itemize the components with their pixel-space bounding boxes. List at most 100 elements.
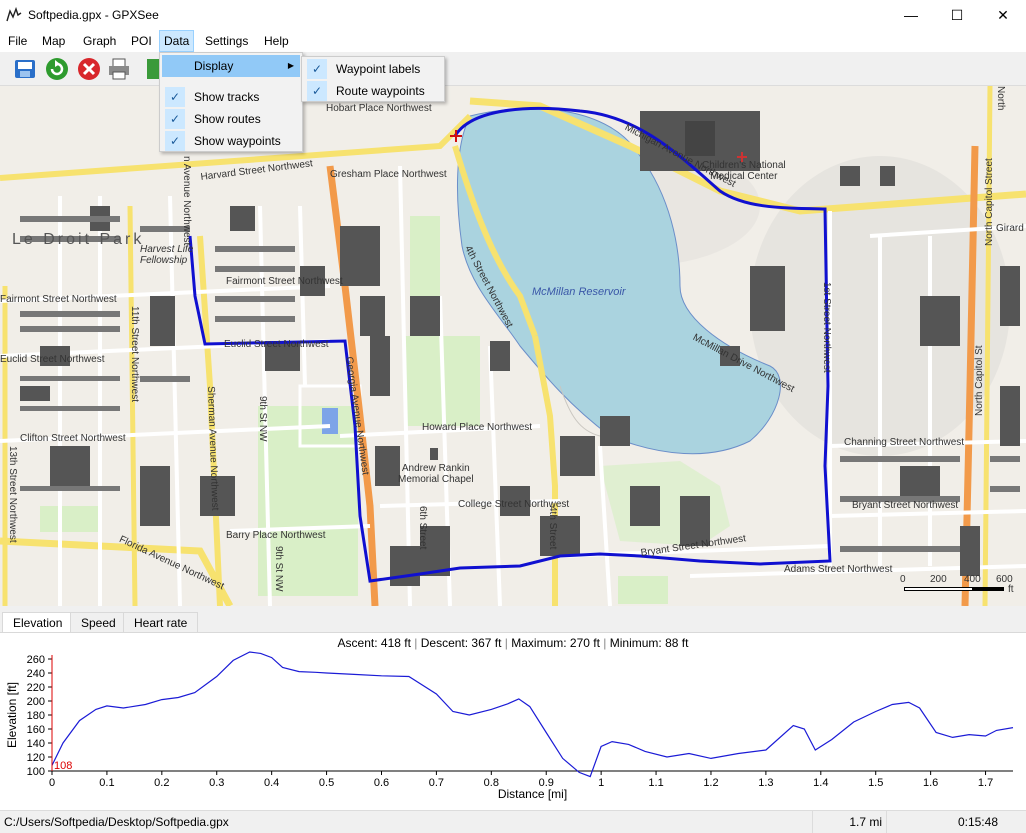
route-waypoints-label: Route waypoints — [336, 84, 425, 98]
y-tick-label: 160 — [27, 724, 45, 736]
x-tick-label: 1.2 — [703, 777, 718, 789]
x-tick-label: 0.3 — [209, 777, 224, 789]
fellowship-label: Harvest Life Fellowship — [140, 244, 194, 266]
chapel-label: Andrew Rankin Memorial Chapel — [398, 463, 474, 485]
waypoint-labels-label: Waypoint labels — [336, 62, 421, 76]
x-tick-label: 0.7 — [429, 777, 444, 789]
check-icon: ✓ — [307, 81, 327, 101]
clifton-label: Clifton Street Northwest — [20, 433, 126, 444]
menu-map[interactable]: Map — [38, 30, 69, 52]
x-tick-label: 1.7 — [978, 777, 993, 789]
map-view[interactable]: McMillan Reservoir Children's National M… — [0, 86, 1026, 606]
x-tick-label: 0.1 — [99, 777, 114, 789]
y-tick-label: 240 — [27, 668, 45, 680]
tab-heart-rate[interactable]: Heart rate — [123, 612, 199, 632]
x-tick-label: 1.6 — [923, 777, 938, 789]
menu-file[interactable]: File — [4, 30, 31, 52]
check-icon: ✓ — [165, 87, 185, 107]
gresham-label: Gresham Place Northwest — [330, 169, 447, 180]
girard-label: Girard — [996, 223, 1024, 234]
x-tick-label: 0.2 — [154, 777, 169, 789]
fairmont-label-1: Fairmont Street Northwest — [226, 276, 343, 287]
x-tick-label: 0.8 — [484, 777, 499, 789]
sixth-street-label: 6th Street — [417, 506, 428, 550]
file-path: C:/Users/Softpedia/Desktop/Softpedia.gpx — [4, 815, 229, 829]
x-tick-label: 0.5 — [319, 777, 334, 789]
y-tick-label: 120 — [27, 752, 45, 764]
window-title: Softpedia.gpx - GPXSee — [28, 8, 159, 22]
minimize-button[interactable]: — — [888, 0, 934, 30]
open-icon[interactable] — [12, 56, 38, 82]
howard-label: Howard Place Northwest — [422, 422, 533, 433]
y-tick-label: 200 — [27, 696, 45, 708]
hobart-label: Hobart Place Northwest — [326, 103, 432, 114]
y-tick-label: 220 — [27, 682, 45, 694]
waypoint-labels-item[interactable]: ✓ Waypoint labels — [304, 58, 442, 80]
eleventh-street-label: 11th Street Northwest — [129, 306, 140, 402]
show-waypoints-item[interactable]: ✓ Show waypoints — [162, 130, 300, 152]
barry-label: Barry Place Northwest — [226, 530, 326, 541]
show-routes-item[interactable]: ✓ Show routes — [162, 108, 300, 130]
tab-speed[interactable]: Speed — [70, 612, 127, 632]
status-bar: C:/Users/Softpedia/Desktop/Softpedia.gpx… — [0, 810, 1026, 833]
channing-label: Channing Street Northwest — [844, 437, 965, 448]
euclid-label-2: Euclid Street Northwest — [0, 354, 105, 365]
reservoir-label: McMillan Reservoir — [532, 286, 626, 298]
neighborhood-label: Le Droit Park — [12, 231, 145, 248]
show-waypoints-label: Show waypoints — [194, 134, 281, 148]
menu-settings[interactable]: Settings — [201, 30, 252, 52]
marker-value: 108 — [54, 760, 72, 772]
menu-help[interactable]: Help — [260, 30, 293, 52]
menu-data[interactable]: Data — [159, 30, 195, 52]
x-tick-label: 1.5 — [868, 777, 883, 789]
x-tick-label: 0.6 — [374, 777, 389, 789]
thirteenth-street-label: 13th Street Northwest — [7, 446, 18, 543]
y-tick-label: 100 — [27, 766, 45, 778]
route-waypoints-item[interactable]: ✓ Route waypoints — [304, 80, 442, 102]
ninth-street-label-2: 9th St NW — [273, 546, 284, 592]
menu-poi[interactable]: POI — [127, 30, 156, 52]
scale-bar-segment — [972, 587, 1004, 591]
map-canvas — [0, 86, 1026, 606]
show-tracks-item[interactable]: ✓ Show tracks — [162, 86, 300, 108]
check-icon: ✓ — [165, 109, 185, 129]
check-icon: ✓ — [165, 131, 185, 151]
elevation-graph[interactable]: Ascent: 418 ft | Descent: 367 ft | Maxim… — [0, 632, 1026, 810]
y-axis-label: Elevation [ft] — [5, 682, 19, 748]
north-capitol-label-2: North Capitol St — [974, 345, 985, 416]
scale-unit: ft — [1008, 584, 1014, 595]
x-tick-label: 1.1 — [648, 777, 663, 789]
north-capitol-label: North Capitol Street — [984, 158, 995, 246]
submenu-arrow-icon: ▶ — [287, 61, 294, 70]
display-submenu: ✓ Waypoint labels ✓ Route waypoints — [301, 56, 445, 102]
show-routes-label: Show routes — [194, 112, 261, 126]
x-axis-label: Distance [mi] — [498, 787, 567, 801]
title-bar: Softpedia.gpx - GPXSee — ☐ ✕ — [0, 0, 1026, 30]
x-tick-label: 0.4 — [264, 777, 279, 789]
close-file-icon[interactable] — [76, 56, 102, 82]
adams-label: Adams Street Northwest — [784, 564, 893, 575]
y-tick-label: 180 — [27, 710, 45, 722]
print-icon[interactable] — [106, 56, 132, 82]
ninth-street-label: 9th St NW — [257, 396, 268, 442]
first-street-label: 1st Street Northwest — [821, 282, 832, 373]
graph-tabs: Elevation Speed Heart rate — [0, 612, 1026, 633]
display-label: Display — [194, 59, 234, 73]
display-menu-item[interactable]: Display ▶ — [162, 55, 300, 77]
scale-tick-200: 200 — [930, 574, 947, 585]
bryant-label-2: Bryant Street Northwest — [852, 500, 959, 511]
data-menu-dropdown: Display ▶ ✓ Show tracks ✓ Show routes ✓ … — [159, 52, 303, 152]
tab-elevation[interactable]: Elevation — [2, 612, 74, 633]
x-tick-label: 1.4 — [813, 777, 828, 789]
total-distance: 1.7 mi — [812, 811, 886, 833]
elevation-series-line — [51, 651, 1014, 778]
reload-icon[interactable] — [44, 56, 70, 82]
close-window-button[interactable]: ✕ — [980, 0, 1026, 30]
menu-graph[interactable]: Graph — [79, 30, 120, 52]
maximize-button[interactable]: ☐ — [934, 0, 980, 30]
fourth-street-label-2: 4th Street — [547, 506, 558, 550]
scale-tick-400: 400 — [964, 574, 981, 585]
scale-bar: 0 200 400 600 ft — [900, 574, 1020, 595]
x-tick-label: 1 — [598, 777, 604, 789]
euclid-label-1: Euclid Street Northwest — [224, 339, 329, 350]
